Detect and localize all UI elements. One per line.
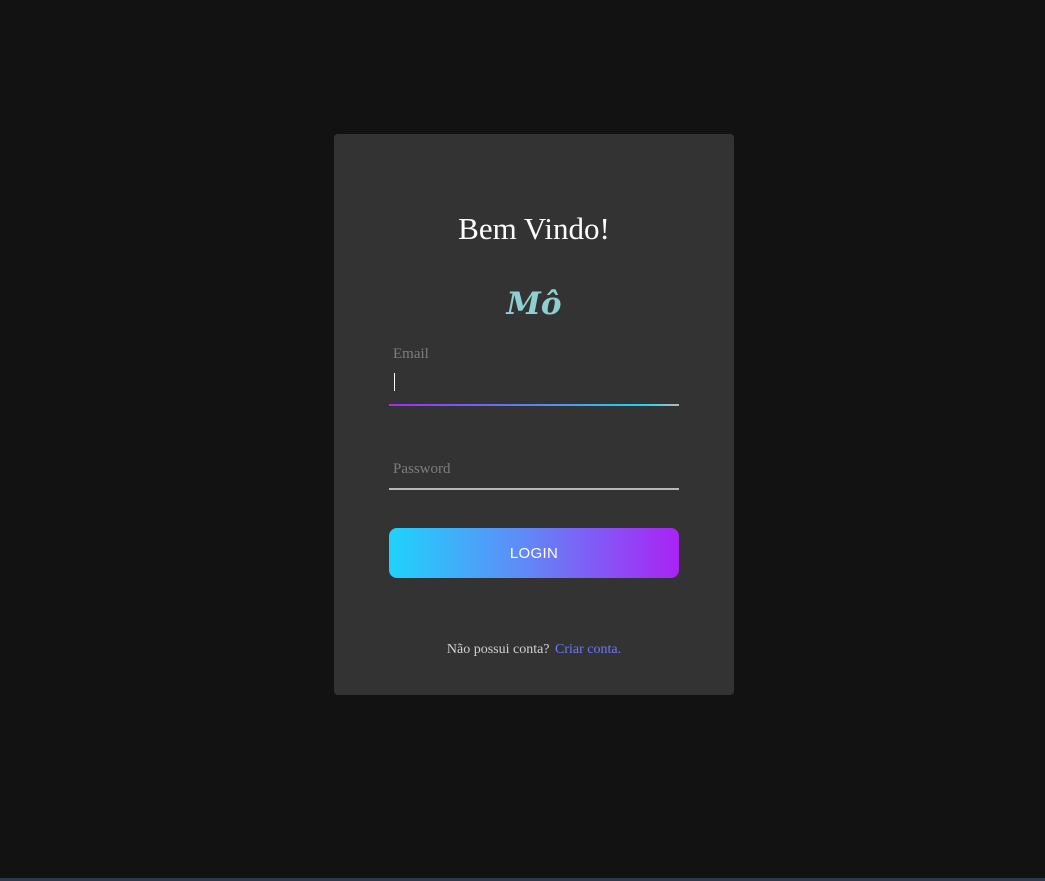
email-label: Email — [393, 346, 429, 362]
signup-text: Não possui conta? — [446, 642, 550, 657]
text-cursor — [394, 373, 395, 391]
password-underline — [389, 488, 679, 490]
password-field: Password — [389, 456, 679, 491]
password-input[interactable] — [389, 460, 679, 486]
login-card: Bem Vindo! Mô Email Password LOGIN Não p… — [334, 134, 734, 695]
page: Bem Vindo! Mô Email Password LOGIN Não p… — [0, 0, 1045, 881]
email-input[interactable] — [389, 368, 679, 394]
create-account-link[interactable]: Criar conta. — [555, 642, 621, 657]
email-field: Email — [389, 344, 679, 407]
signup-prompt: Não possui conta? Criar conta. — [334, 642, 734, 658]
welcome-title: Bem Vindo! — [458, 211, 610, 246]
email-underline — [389, 404, 679, 406]
brand-logo: Mô — [506, 286, 562, 322]
login-button[interactable]: LOGIN — [389, 528, 679, 578]
